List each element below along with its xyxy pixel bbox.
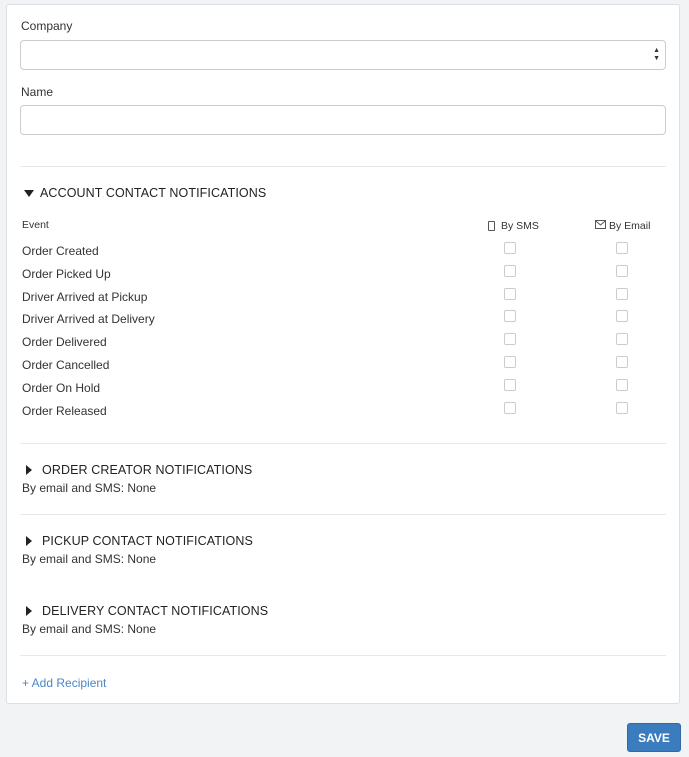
- sms-header-label: By SMS: [501, 220, 539, 232]
- event-row: Order Released: [22, 402, 662, 422]
- sms-column-header: By SMS: [488, 220, 539, 232]
- email-checkbox[interactable]: [616, 310, 628, 322]
- email-checkbox[interactable]: [616, 242, 628, 254]
- company-label: Company: [21, 19, 73, 33]
- caret-down-icon: [24, 189, 34, 197]
- account-section-title: ACCOUNT CONTACT NOTIFICATIONS: [40, 186, 267, 200]
- email-checkbox[interactable]: [616, 402, 628, 414]
- account-section-toggle[interactable]: ACCOUNT CONTACT NOTIFICATIONS: [23, 186, 266, 200]
- sms-checkbox[interactable]: [504, 379, 516, 391]
- event-name: Order Picked Up: [22, 267, 111, 281]
- event-name: Order Created: [22, 244, 99, 258]
- save-button[interactable]: SAVE: [627, 723, 681, 752]
- pickup-contact-summary: By email and SMS: None: [22, 552, 157, 566]
- event-name: Order Delivered: [22, 335, 107, 349]
- name-label: Name: [21, 85, 54, 99]
- sms-checkbox[interactable]: [504, 242, 516, 254]
- email-checkbox[interactable]: [616, 356, 628, 368]
- event-row: Order On Hold: [22, 379, 662, 399]
- caret-right-icon: [26, 536, 32, 546]
- event-column-header: Event: [22, 219, 49, 231]
- delivery-contact-section-title: DELIVERY CONTACT NOTIFICATIONS: [42, 604, 269, 618]
- order-creator-section-title: ORDER CREATOR NOTIFICATIONS: [42, 463, 253, 477]
- sms-checkbox[interactable]: [504, 356, 516, 368]
- event-name: Order On Hold: [22, 381, 101, 395]
- delivery-contact-summary: By email and SMS: None: [22, 622, 157, 636]
- sms-checkbox[interactable]: [504, 402, 516, 414]
- caret-right-icon: [26, 465, 32, 475]
- email-checkbox[interactable]: [616, 288, 628, 300]
- divider: [20, 443, 666, 444]
- sms-checkbox[interactable]: [504, 310, 516, 322]
- add-recipient-link[interactable]: + Add Recipient: [22, 676, 106, 690]
- event-row: Order Created: [22, 242, 662, 262]
- sms-checkbox[interactable]: [504, 333, 516, 345]
- order-creator-summary: By email and SMS: None: [22, 481, 157, 495]
- event-row: Order Cancelled: [22, 356, 662, 376]
- order-creator-section-toggle[interactable]: ORDER CREATOR NOTIFICATIONS: [23, 463, 252, 477]
- divider: [20, 655, 666, 656]
- recipient-form-card: Company ▲ ▼ Name ACCOUNT CONTACT NOTIFICA…: [6, 4, 680, 704]
- pickup-contact-section-toggle[interactable]: PICKUP CONTACT NOTIFICATIONS: [23, 534, 253, 548]
- event-row: Order Picked Up: [22, 265, 662, 285]
- email-checkbox[interactable]: [616, 265, 628, 277]
- divider: [20, 166, 666, 167]
- event-row: Driver Arrived at Delivery: [22, 310, 662, 330]
- event-row: Order Delivered: [22, 333, 662, 353]
- phone-icon: [488, 221, 495, 231]
- caret-right-icon: [26, 606, 32, 616]
- event-row: Driver Arrived at Pickup: [22, 288, 662, 308]
- sms-checkbox[interactable]: [504, 265, 516, 277]
- event-name: Driver Arrived at Pickup: [22, 290, 148, 304]
- pickup-contact-section-title: PICKUP CONTACT NOTIFICATIONS: [42, 534, 253, 548]
- divider: [20, 514, 666, 515]
- email-checkbox[interactable]: [616, 333, 628, 345]
- delivery-contact-section-toggle[interactable]: DELIVERY CONTACT NOTIFICATIONS: [23, 604, 268, 618]
- event-name: Order Cancelled: [22, 358, 110, 372]
- name-input[interactable]: [20, 105, 666, 135]
- event-name: Order Released: [22, 404, 107, 418]
- email-column-header: By Email: [595, 220, 650, 232]
- company-select[interactable]: ▲ ▼: [20, 40, 666, 70]
- envelope-icon: [595, 220, 606, 232]
- sms-checkbox[interactable]: [504, 288, 516, 300]
- email-header-label: By Email: [609, 220, 651, 232]
- email-checkbox[interactable]: [616, 379, 628, 391]
- select-arrows-icon: ▲ ▼: [653, 47, 660, 62]
- event-name: Driver Arrived at Delivery: [22, 312, 155, 326]
